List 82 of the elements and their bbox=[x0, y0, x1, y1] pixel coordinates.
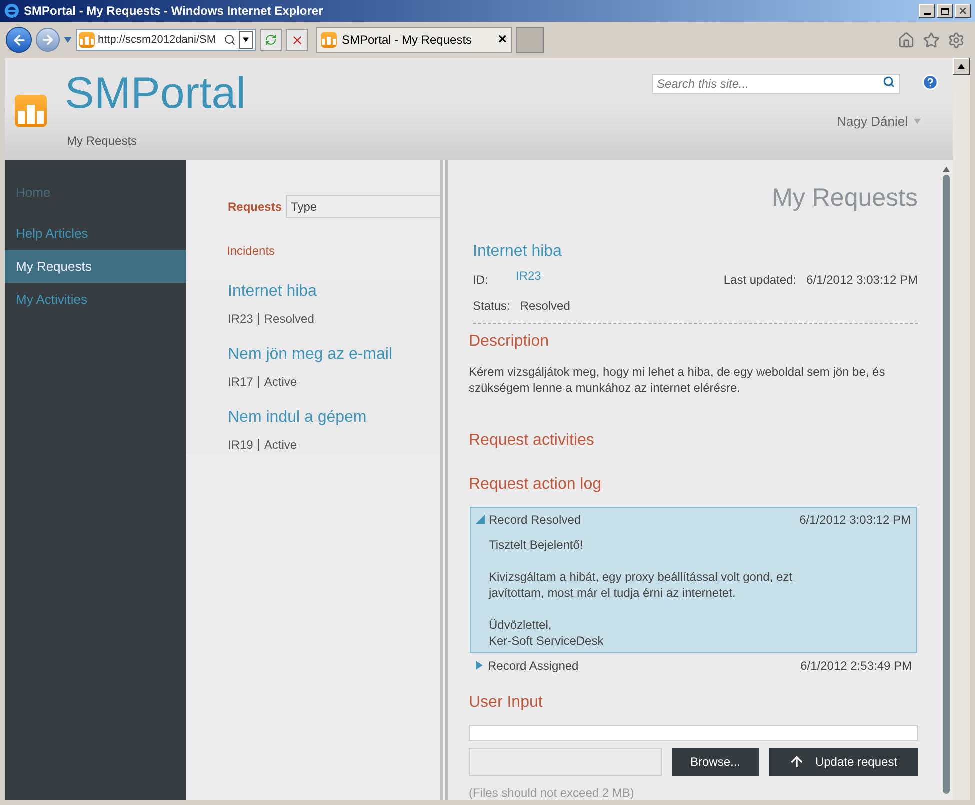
site-favicon-icon bbox=[321, 32, 337, 48]
forward-button[interactable] bbox=[36, 28, 60, 52]
log-entry[interactable]: Record Resolved 6/1/2012 3:03:12 PM Tisztelt Bejelentő! Kivizsgáltam a hibát, egy proxy beállítással volt gond, ezt javítottam, most már el tudja érni az internetet. Üdvözlettel, Ker-Soft ServiceDesk bbox=[470, 506, 917, 652]
dropdown-button[interactable] bbox=[239, 31, 253, 49]
section-heading: User Input bbox=[469, 692, 544, 712]
caret-icon bbox=[914, 118, 921, 126]
tab-close-button[interactable]: × bbox=[498, 28, 507, 52]
site-favicon-icon bbox=[79, 32, 95, 48]
collapsed-triangle-icon[interactable] bbox=[475, 661, 484, 670]
refresh-icon bbox=[265, 34, 277, 46]
close-button[interactable] bbox=[955, 4, 971, 18]
log-entry-text: Kivizsgáltam a hibát, egy proxy beállítással volt gond, ezt javítottam, most már el tudja érni az internetet. bbox=[489, 568, 794, 600]
user-name[interactable]: Nagy Dániel bbox=[837, 112, 908, 132]
section-heading: Description bbox=[469, 332, 550, 352]
caret-icon bbox=[243, 37, 249, 43]
help-icon[interactable] bbox=[922, 74, 939, 90]
dropdown-caret-icon[interactable] bbox=[64, 36, 72, 44]
type-field[interactable]: Type bbox=[286, 195, 440, 218]
request-status: Active bbox=[264, 374, 298, 391]
address-text: http://scsm2012dani/SM bbox=[98, 32, 216, 48]
log-entry-text: Üdvözlettel, Ker-Soft ServiceDesk bbox=[489, 616, 605, 648]
status-label: Status: bbox=[473, 298, 510, 314]
sidebar-item[interactable]: My Requests bbox=[5, 250, 186, 283]
settings-icon[interactable] bbox=[948, 32, 965, 48]
search-field[interactable]: Search this site... bbox=[652, 74, 900, 94]
close-icon bbox=[958, 6, 968, 16]
site-title: SMPortal bbox=[65, 68, 246, 120]
id-label: ID: bbox=[473, 272, 490, 288]
request-title-link[interactable]: Nem indul a gépem bbox=[228, 406, 440, 430]
browser-logo-icon bbox=[4, 3, 20, 19]
star-icon[interactable] bbox=[923, 32, 940, 48]
refresh-button[interactable] bbox=[260, 29, 282, 51]
arrow-right-icon bbox=[41, 33, 55, 47]
section-heading: Request action log bbox=[469, 474, 603, 494]
scroll-up-icon[interactable] bbox=[942, 166, 950, 173]
close-icon bbox=[290, 34, 304, 46]
category-link[interactable]: Incidents bbox=[227, 242, 440, 260]
update-request-button[interactable]: Update request bbox=[769, 748, 918, 776]
request-id: IR19 bbox=[228, 437, 254, 454]
expanded-triangle-icon[interactable] bbox=[476, 515, 485, 524]
section-heading: Request activities bbox=[469, 430, 596, 450]
home-icon[interactable] bbox=[898, 32, 915, 48]
back-button[interactable] bbox=[6, 27, 32, 53]
breadcrumb: My Requests bbox=[67, 133, 138, 150]
log-entry-time: 6/1/2012 3:03:12 PM bbox=[800, 512, 911, 528]
file-path-field[interactable] bbox=[469, 748, 662, 776]
log-entry-time: 6/1/2012 2:53:49 PM bbox=[800, 658, 912, 674]
last-updated-value: 6/1/2012 3:03:12 PM bbox=[806, 272, 918, 288]
minimize-button[interactable] bbox=[919, 4, 935, 18]
maximize-button[interactable] bbox=[937, 4, 953, 18]
id-link[interactable]: IR23 bbox=[516, 266, 542, 284]
scroll-up-button[interactable] bbox=[953, 58, 970, 75]
status-value: Resolved bbox=[520, 298, 570, 314]
file-size-note: (Files should not exceed 2 MB) bbox=[469, 784, 636, 802]
page-heading: My Requests bbox=[772, 183, 918, 214]
description-text: Kérem vizsgáljátok meg, hogy mi lehet a hiba, de egy weboldal sem jön be, és szükségem lenne a munkához az internet elérésre. bbox=[469, 364, 886, 396]
request-status: Resolved bbox=[264, 311, 314, 328]
request-title-link[interactable]: Internet hiba bbox=[228, 280, 440, 304]
filter-label: Requests bbox=[228, 198, 282, 216]
request-status: Active bbox=[264, 437, 298, 454]
log-entry-text: Tisztelt Bejelentő! bbox=[489, 536, 584, 552]
request-title-link[interactable]: Nem jön meg az e-mail bbox=[228, 343, 440, 367]
scroll-up-icon bbox=[958, 63, 965, 70]
site-logo-icon bbox=[15, 95, 47, 127]
request-id: IR23 bbox=[228, 311, 254, 328]
last-updated-label: Last updated: bbox=[724, 272, 797, 288]
user-input-field[interactable] bbox=[469, 724, 918, 740]
tab-label: SMPortal - My Requests bbox=[342, 32, 472, 49]
log-entry[interactable]: Record Assigned 6/1/2012 2:53:49 PM bbox=[469, 652, 918, 678]
address-bar[interactable]: http://scsm2012dani/SM bbox=[76, 29, 256, 51]
browser-tab[interactable]: SMPortal - My Requests × bbox=[316, 27, 512, 53]
request-title: Internet hiba bbox=[473, 242, 563, 262]
stop-button[interactable] bbox=[286, 29, 308, 51]
window-title: SMPortal - My Requests - Windows Internet Explorer bbox=[24, 3, 324, 20]
request-id: IR17 bbox=[228, 374, 254, 391]
search-icon bbox=[224, 34, 236, 46]
log-entry-title: Record Resolved bbox=[489, 512, 582, 528]
browse-button[interactable]: Browse... bbox=[672, 748, 759, 776]
sidebar-item[interactable]: My Activities bbox=[5, 283, 186, 316]
search-icon[interactable] bbox=[883, 76, 895, 88]
sidebar-item[interactable]: Help Articles bbox=[5, 217, 186, 250]
log-entry-title: Record Assigned bbox=[488, 658, 579, 674]
